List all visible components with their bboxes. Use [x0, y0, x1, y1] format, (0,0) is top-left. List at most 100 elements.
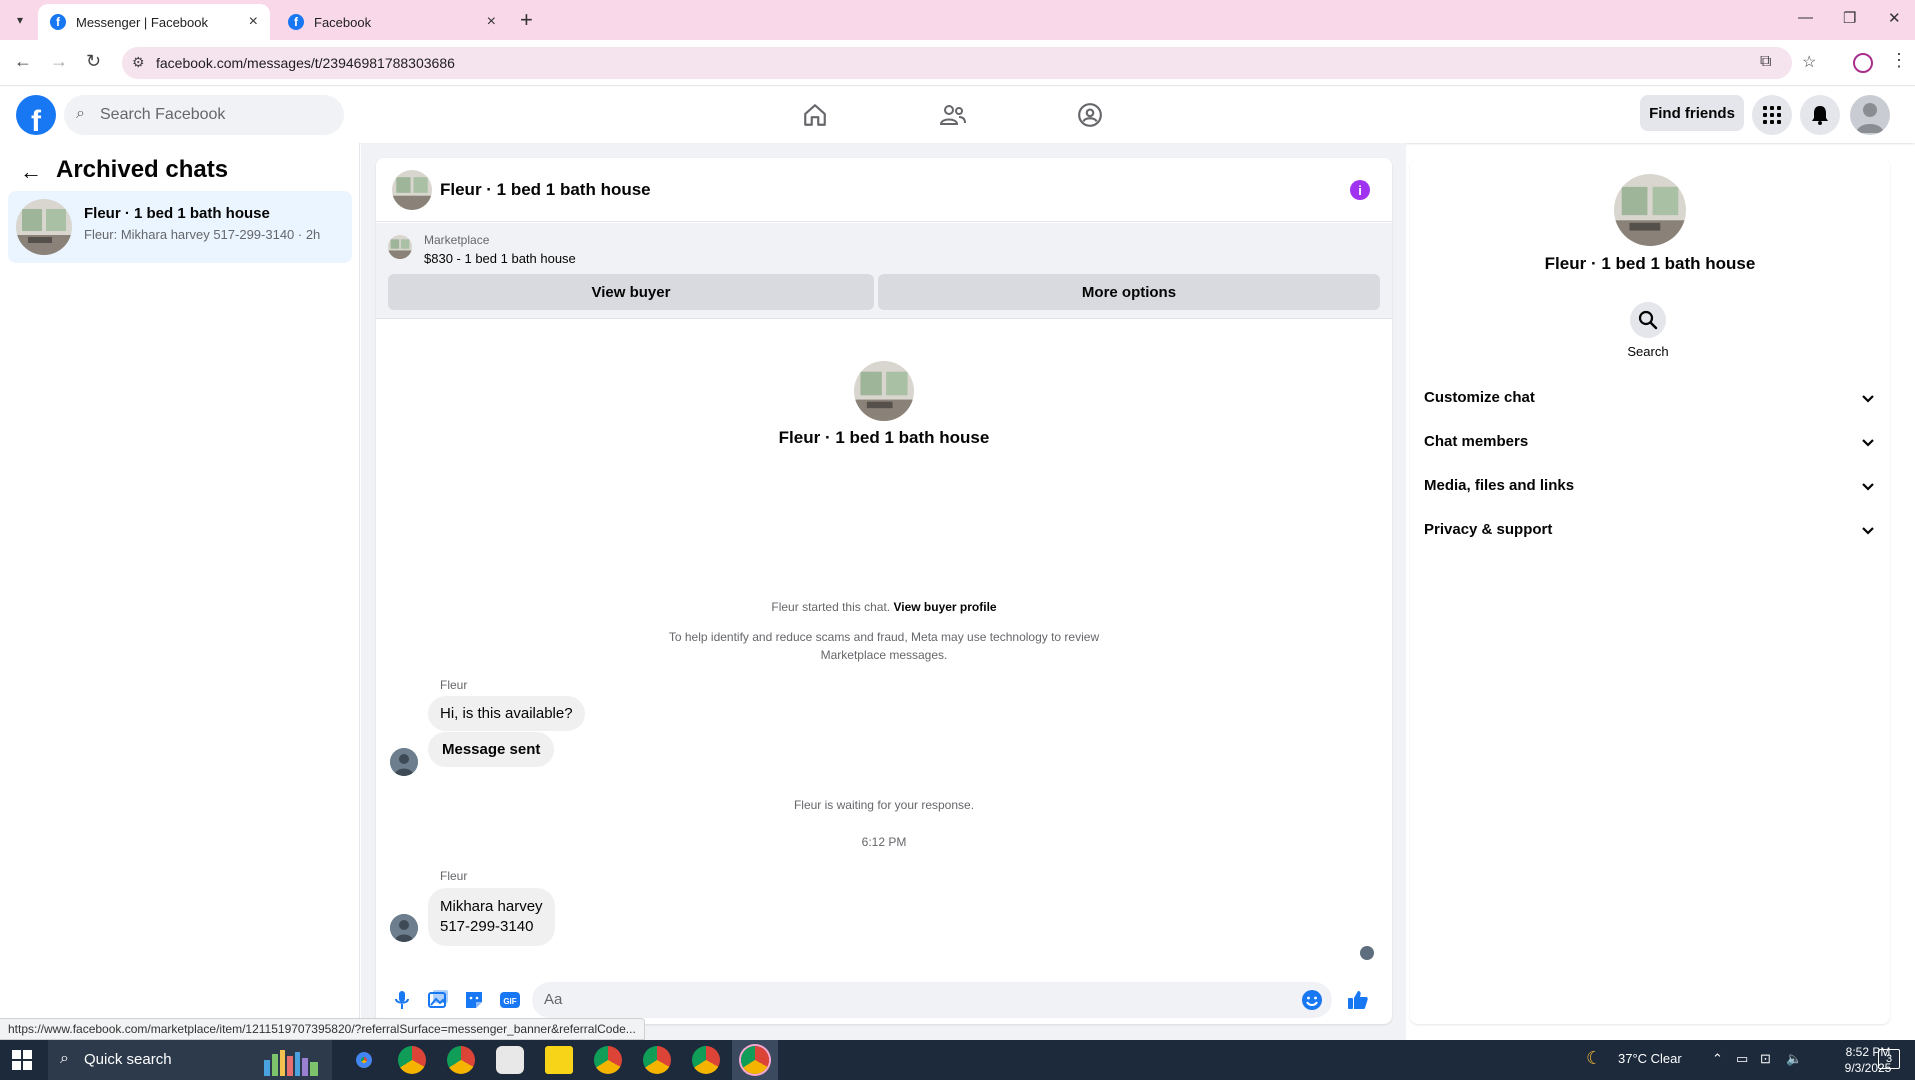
chrome-app-icon[interactable] [447, 1046, 475, 1074]
chat-header: Fleur · 1 bed 1 bath house i [376, 158, 1392, 222]
chrome-app-icon[interactable] [594, 1046, 622, 1074]
address-bar: ← → ↻ ⚙ facebook.com/messages/t/23946981… [0, 40, 1915, 86]
marketplace-thumbnail [388, 235, 412, 259]
facebook-favicon-icon: f [288, 14, 304, 30]
search-placeholder: Search Facebook [100, 106, 226, 123]
omnibox[interactable]: ⚙ facebook.com/messages/t/23946981788303… [122, 47, 1792, 79]
forward-icon[interactable]: → [50, 51, 68, 72]
profile-icon[interactable] [1853, 53, 1873, 73]
notification-center-icon[interactable]: 3 [1878, 1049, 1900, 1069]
paint-app-icon[interactable] [496, 1046, 524, 1074]
show-hidden-icons[interactable]: ⌃ [1712, 1051, 1723, 1067]
chat-title[interactable]: Fleur · 1 bed 1 bath house [440, 180, 651, 200]
find-friends-button[interactable]: Find friends [1640, 95, 1744, 131]
message-input[interactable]: Aa [532, 982, 1332, 1018]
friends-icon[interactable] [935, 97, 971, 133]
gif-icon[interactable]: GIF [498, 988, 522, 1012]
menu-grid-icon[interactable] [1752, 95, 1792, 135]
volume-muted-icon[interactable]: 🔈 [1786, 1051, 1802, 1067]
message-composer: GIF Aa [376, 976, 1392, 1024]
intro-avatar [854, 361, 914, 421]
chat-list-item[interactable]: Fleur · 1 bed 1 bath house Fleur: Mikhar… [8, 191, 352, 263]
section-label: Customize chat [1424, 389, 1535, 406]
microphone-icon[interactable] [390, 988, 414, 1012]
tab-label: Messenger | Facebook [76, 14, 208, 30]
marketplace-label: Marketplace [424, 233, 490, 247]
message-bubble[interactable]: Hi, is this available? [428, 696, 585, 731]
tab-search-icon[interactable]: ▾ [8, 8, 32, 32]
back-icon[interactable]: ← [14, 51, 32, 72]
emoji-icon[interactable] [1300, 988, 1324, 1012]
sender-name: Fleur [440, 869, 468, 883]
sender-avatar[interactable] [390, 748, 418, 776]
facebook-logo[interactable]: f [16, 95, 56, 135]
sticky-notes-icon[interactable] [545, 1046, 573, 1074]
close-tab-icon[interactable]: × [249, 13, 258, 31]
taskbar: ⌕ Quick search ☾ 37°C Clear ⌃ ▭ ⊡ 🔈 8:52… [0, 1040, 1915, 1080]
photo-icon[interactable] [426, 988, 450, 1012]
facebook-header: f ⌕ Search Facebook Find friends [0, 87, 1915, 143]
home-icon[interactable] [797, 97, 833, 133]
browser-tab-bar: ▾ f Messenger | Facebook × f Facebook × … [0, 0, 1915, 40]
tab-messenger[interactable]: f Messenger | Facebook × [38, 4, 270, 40]
facebook-search[interactable]: ⌕ Search Facebook [64, 95, 344, 135]
url-text[interactable]: facebook.com/messages/t/2394698178830368… [156, 55, 455, 71]
chrome-app-icon[interactable] [643, 1046, 671, 1074]
chrome-app-icon[interactable] [350, 1046, 378, 1074]
notifications-bell-icon[interactable] [1800, 95, 1840, 135]
new-tab-button[interactable]: + [520, 8, 533, 32]
chevron-down-icon [1860, 434, 1876, 450]
more-options-button[interactable]: More options [878, 274, 1380, 310]
waiting-notice: Fleur is waiting for your response. [793, 798, 975, 812]
chat-header-avatar[interactable] [392, 170, 432, 210]
svg-text:GIF: GIF [503, 997, 516, 1006]
view-buyer-button[interactable]: View buyer [388, 274, 874, 310]
sticker-icon[interactable] [462, 988, 486, 1012]
install-app-icon[interactable]: ⧉ [1760, 53, 1771, 71]
chrome-app-icon[interactable] [741, 1046, 769, 1074]
chevron-down-icon [1860, 390, 1876, 406]
sender-avatar[interactable] [390, 914, 418, 942]
restore-button[interactable]: ❐ [1843, 9, 1856, 27]
meet-now-icon[interactable]: ▭ [1736, 1051, 1748, 1067]
facebook-favicon-icon: f [50, 14, 66, 30]
section-media-files-links[interactable]: Media, files and links [1424, 468, 1876, 504]
browser-menu-icon[interactable]: ⋮ [1890, 50, 1908, 71]
close-tab-icon[interactable]: × [487, 13, 496, 31]
section-label: Media, files and links [1424, 477, 1575, 494]
view-buyer-profile-link[interactable]: View buyer profile [893, 600, 996, 614]
minimize-button[interactable]: — [1798, 9, 1813, 26]
groups-icon[interactable] [1072, 97, 1108, 133]
bookmark-star-icon[interactable]: ☆ [1802, 52, 1816, 72]
windows-start-icon[interactable] [12, 1050, 32, 1070]
account-avatar[interactable] [1850, 95, 1890, 135]
back-arrow-icon[interactable]: ← [20, 159, 42, 185]
reload-icon[interactable]: ↻ [86, 51, 101, 72]
network-icon[interactable]: ⊡ [1760, 1051, 1771, 1067]
listing-title[interactable]: $830 - 1 bed 1 bath house [424, 251, 576, 266]
chrome-app-icon[interactable] [398, 1046, 426, 1074]
info-icon[interactable]: i [1350, 180, 1370, 200]
section-chat-members[interactable]: Chat members [1424, 424, 1876, 460]
listing-thumbnail [16, 199, 72, 255]
search-in-conversation-button[interactable] [1630, 302, 1666, 338]
message-bubble[interactable]: Mikhara harvey 517-299-3140 [428, 888, 555, 946]
search-icon: ⌕ [76, 105, 85, 122]
site-info-icon[interactable]: ⚙ [132, 54, 145, 71]
chrome-app-icon[interactable] [692, 1046, 720, 1074]
taskbar-search[interactable]: ⌕ Quick search [48, 1040, 332, 1080]
section-customize-chat[interactable]: Customize chat [1424, 380, 1876, 416]
search-highlight-icon [260, 1046, 326, 1076]
details-avatar [1614, 174, 1686, 246]
weather-text[interactable]: 37°C Clear [1618, 1051, 1682, 1066]
message-bubble[interactable]: Message sent [428, 732, 555, 767]
details-title: Fleur · 1 bed 1 bath house [1544, 254, 1756, 273]
tab-facebook[interactable]: f Facebook × [276, 4, 508, 40]
close-window-button[interactable]: ✕ [1888, 9, 1901, 27]
like-thumb-icon[interactable] [1346, 988, 1370, 1012]
panel-title: Archived chats [56, 156, 229, 183]
message-line: 517-299-3140 [440, 918, 534, 935]
search-icon: ⌕ [60, 1050, 69, 1067]
section-privacy-support[interactable]: Privacy & support [1424, 512, 1876, 548]
chat-started-notice: Fleur started this chat. View buyer prof… [376, 600, 1392, 614]
